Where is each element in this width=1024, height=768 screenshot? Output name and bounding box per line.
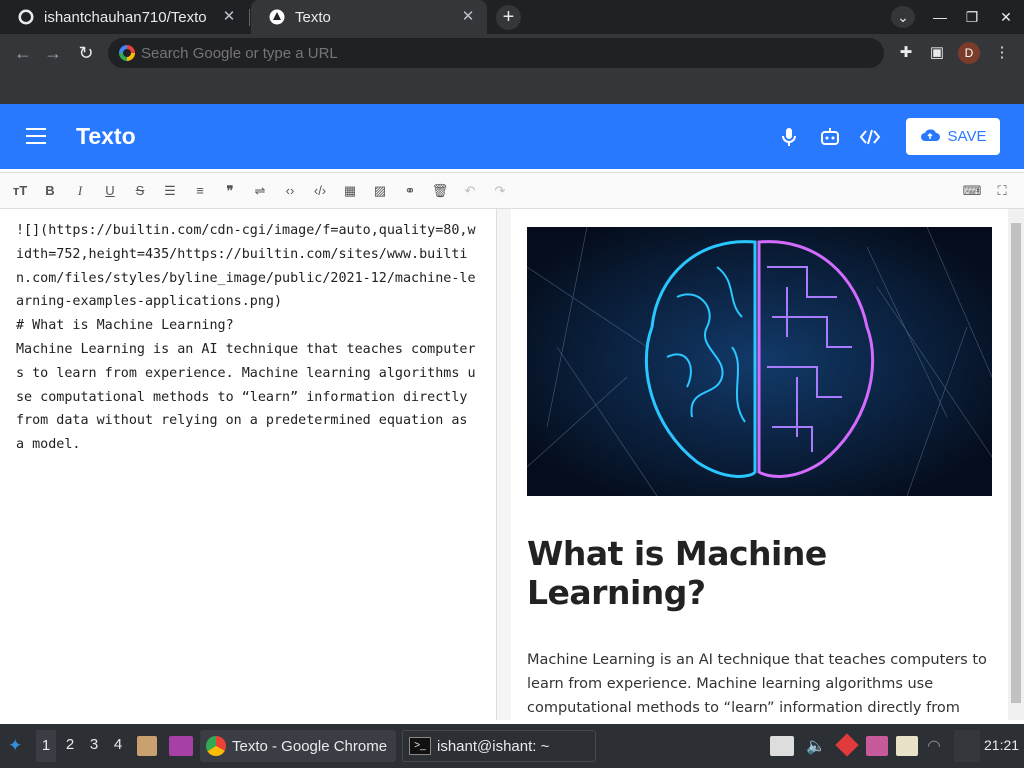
tab-search-chevron-icon[interactable]: ⌄ <box>891 6 915 28</box>
taskbar: ✦ 1 2 3 4 Texto - Google Chrome >_ ishan… <box>0 724 1024 768</box>
tab-texto[interactable]: Texto ✕ <box>251 0 487 34</box>
browser-toolbar: ← → ↻ ✚ ▣ D ⋮ <box>0 34 1024 72</box>
workspace-4[interactable]: 4 <box>110 736 126 753</box>
brain-image <box>527 227 992 496</box>
start-menu-icon[interactable]: ✦ <box>8 736 28 756</box>
editor-scrollbar[interactable] <box>497 209 511 720</box>
heading-icon[interactable]: ᴛT <box>10 181 30 201</box>
file-manager-icon[interactable] <box>137 736 157 756</box>
avatar[interactable]: D <box>958 42 980 64</box>
task-label: Texto - Google Chrome <box>232 737 388 755</box>
menu-kebab-icon[interactable]: ⋮ <box>991 42 1013 64</box>
restore-icon[interactable]: ❐ <box>960 6 984 28</box>
microphone-icon[interactable] <box>778 126 800 148</box>
github-icon <box>18 9 34 25</box>
markdown-preview: What is Machine Learning? Machine Learni… <box>511 209 1008 720</box>
forward-icon[interactable]: → <box>42 42 64 64</box>
strikethrough-icon[interactable]: S <box>130 181 150 201</box>
volume-icon[interactable]: 🔈 <box>806 736 826 756</box>
robot-icon[interactable] <box>819 126 841 148</box>
task-chrome[interactable]: Texto - Google Chrome <box>200 730 396 762</box>
preview-paragraph: Machine Learning is an AI technique that… <box>527 652 987 716</box>
workspace-1[interactable]: 1 <box>36 730 56 762</box>
markdown-editor[interactable]: ![](https://builtin.com/cdn-cgi/image/f=… <box>0 209 497 720</box>
tab-bar: ishantchauhan710/Texto ✕ Texto ✕ + ⌄ — ❐… <box>0 0 1024 34</box>
window-close-icon[interactable]: ✕ <box>994 6 1018 28</box>
screenshot-icon[interactable] <box>866 736 888 756</box>
table-icon[interactable]: ▦ <box>340 181 360 201</box>
keyboard-icon[interactable]: ⌨ <box>962 181 982 201</box>
tab-title: ishantchauhan710/Texto <box>44 8 207 26</box>
minimize-icon[interactable]: — <box>928 6 952 28</box>
cloud-upload-icon <box>920 127 940 147</box>
reload-icon[interactable]: ↻ <box>75 42 97 64</box>
delete-icon[interactable]: 🗑 <box>430 181 450 201</box>
app-bar: Texto SAVE <box>0 104 1024 169</box>
link-icon[interactable]: ⚭ <box>400 181 420 201</box>
redo-icon[interactable]: ↷ <box>490 181 510 201</box>
image-icon[interactable]: ▨ <box>370 181 390 201</box>
extensions-icon[interactable]: ✚ <box>895 42 917 64</box>
clock[interactable]: 21:21 <box>984 737 1019 753</box>
anydesk-icon[interactable] <box>835 733 859 757</box>
preview-heading: What is Machine Learning? <box>527 534 827 612</box>
inline-code-icon[interactable]: ‹› <box>280 181 300 201</box>
back-icon[interactable]: ← <box>12 42 34 64</box>
texto-app: Texto SAVE ᴛT B I U S ☰ ≡ ❞ ⇌ ‹› ‹/› ▦ ▨… <box>0 104 1024 724</box>
drive-icon[interactable] <box>770 736 794 756</box>
close-icon[interactable]: ✕ <box>220 8 238 26</box>
terminal-icon: >_ <box>409 737 431 755</box>
task-terminal[interactable]: >_ ishant@ishant: ~ <box>402 730 596 762</box>
preview-scrollbar[interactable] <box>1008 209 1024 720</box>
bookmark-bar <box>0 72 1024 104</box>
workspace-3[interactable]: 3 <box>86 736 102 753</box>
tab-divider <box>249 9 250 26</box>
fullscreen-icon[interactable]: ⛶ <box>992 181 1012 201</box>
underline-icon[interactable]: U <box>100 181 120 201</box>
italic-icon[interactable]: I <box>70 181 90 201</box>
editor-toolbar: ᴛT B I U S ☰ ≡ ❞ ⇌ ‹› ‹/› ▦ ▨ ⚭ 🗑 ↶ ↷ ⌨ … <box>0 172 1024 209</box>
code-block-icon[interactable]: ‹/› <box>310 181 330 201</box>
close-icon[interactable]: ✕ <box>459 8 477 26</box>
google-icon <box>119 45 135 61</box>
side-panel-icon[interactable]: ▣ <box>926 42 948 64</box>
app-launcher-icon[interactable] <box>169 736 193 756</box>
hamburger-menu-icon[interactable] <box>26 128 46 144</box>
clipboard-icon[interactable] <box>896 736 918 756</box>
url-input[interactable] <box>141 44 841 62</box>
bold-icon[interactable]: B <box>40 181 60 201</box>
workspace-2[interactable]: 2 <box>62 736 78 753</box>
numbered-list-icon[interactable]: ≡ <box>190 181 210 201</box>
tab-github[interactable]: ishantchauhan710/Texto ✕ <box>0 0 248 34</box>
tray-spacer <box>954 730 980 762</box>
save-label: SAVE <box>947 128 987 145</box>
texto-favicon-icon <box>269 9 285 25</box>
task-label: ishant@ishant: ~ <box>437 737 550 755</box>
omnibox[interactable] <box>108 38 884 68</box>
bullet-list-icon[interactable]: ☰ <box>160 181 180 201</box>
undo-icon[interactable]: ↶ <box>460 181 480 201</box>
chrome-icon <box>206 736 226 756</box>
wifi-icon[interactable]: ◠ <box>927 736 941 756</box>
tab-title: Texto <box>295 8 331 26</box>
new-tab-button[interactable]: + <box>496 5 521 30</box>
wrap-icon[interactable]: ⇌ <box>250 181 270 201</box>
save-button[interactable]: SAVE <box>906 118 1000 155</box>
code-icon[interactable] <box>859 126 881 148</box>
quote-icon[interactable]: ❞ <box>220 181 240 201</box>
app-title: Texto <box>76 123 136 149</box>
